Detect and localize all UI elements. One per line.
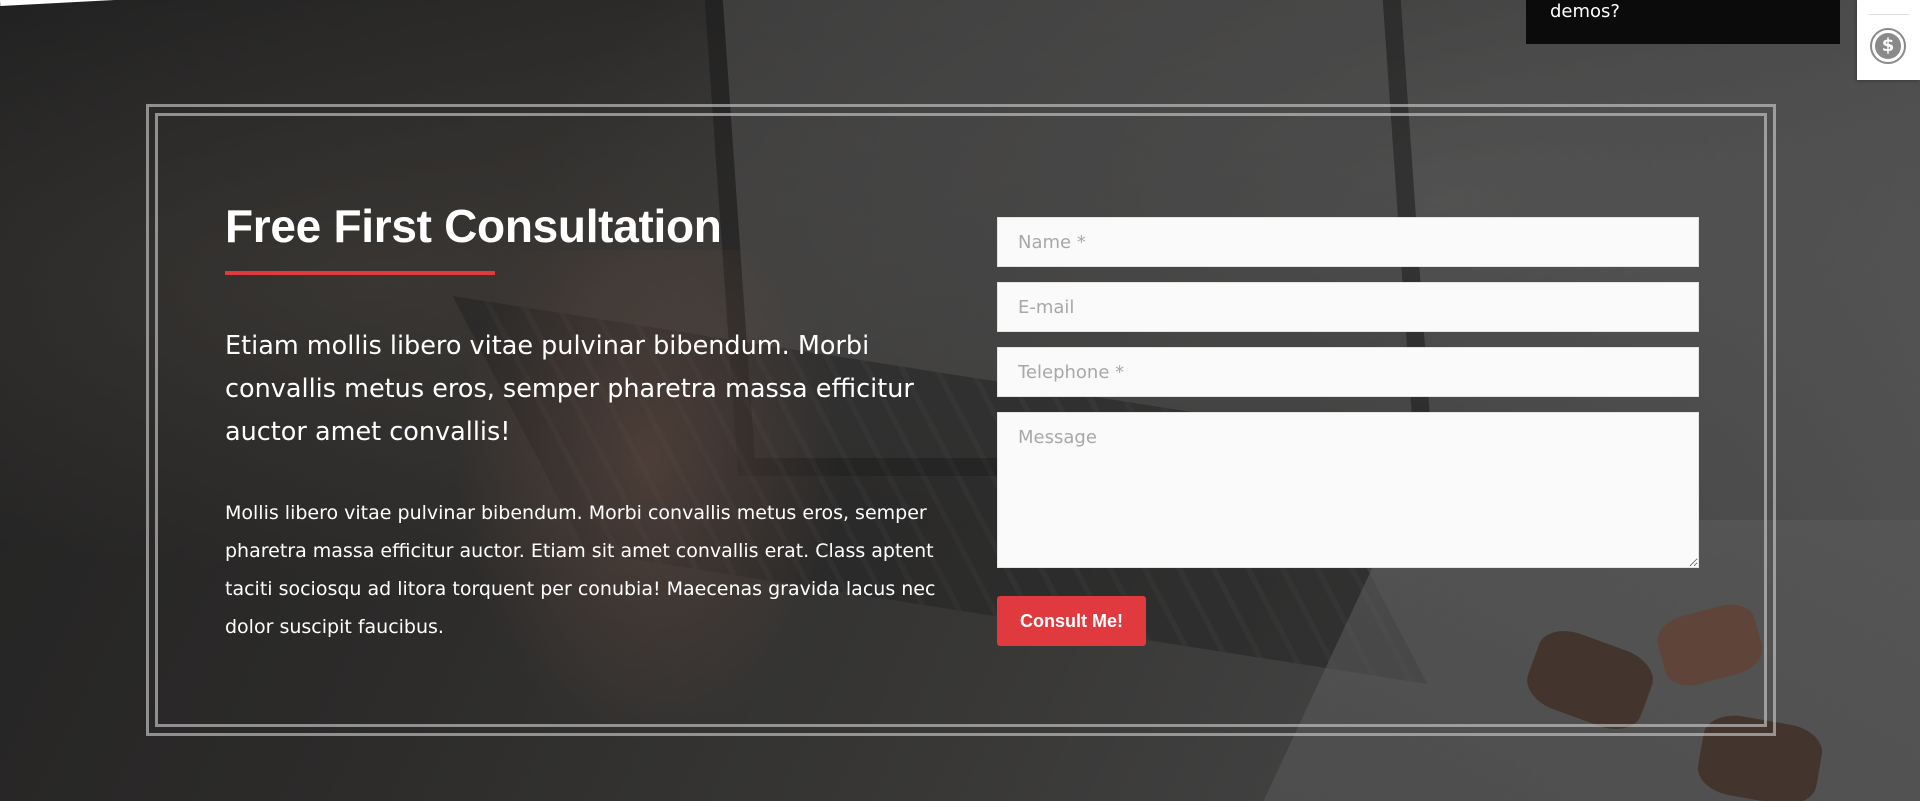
tooltip-text: demos? xyxy=(1550,1,1620,22)
name-field[interactable] xyxy=(997,217,1699,267)
dollar-icon[interactable]: $ xyxy=(1870,28,1906,64)
consultation-text-column: Free First Consultation Etiam mollis lib… xyxy=(225,195,940,646)
consultation-form: Consult Me! xyxy=(997,217,1699,646)
demos-tooltip[interactable]: demos? xyxy=(1526,0,1840,44)
side-widget[interactable]: $ xyxy=(1857,0,1920,80)
body-paragraph: Mollis libero vitae pulvinar bibendum. M… xyxy=(225,502,936,638)
message-field[interactable] xyxy=(997,412,1699,568)
dollar-symbol: $ xyxy=(1875,33,1901,59)
consultation-section: Free First Consultation Etiam mollis lib… xyxy=(0,0,1920,801)
email-field[interactable] xyxy=(997,282,1699,332)
title-underline xyxy=(225,271,495,275)
consult-me-button[interactable]: Consult Me! xyxy=(997,596,1146,646)
widget-divider xyxy=(1869,14,1909,15)
lead-paragraph: Etiam mollis libero vitae pulvinar biben… xyxy=(225,331,914,447)
telephone-field[interactable] xyxy=(997,347,1699,397)
section-title: Free First Consultation xyxy=(225,200,722,252)
